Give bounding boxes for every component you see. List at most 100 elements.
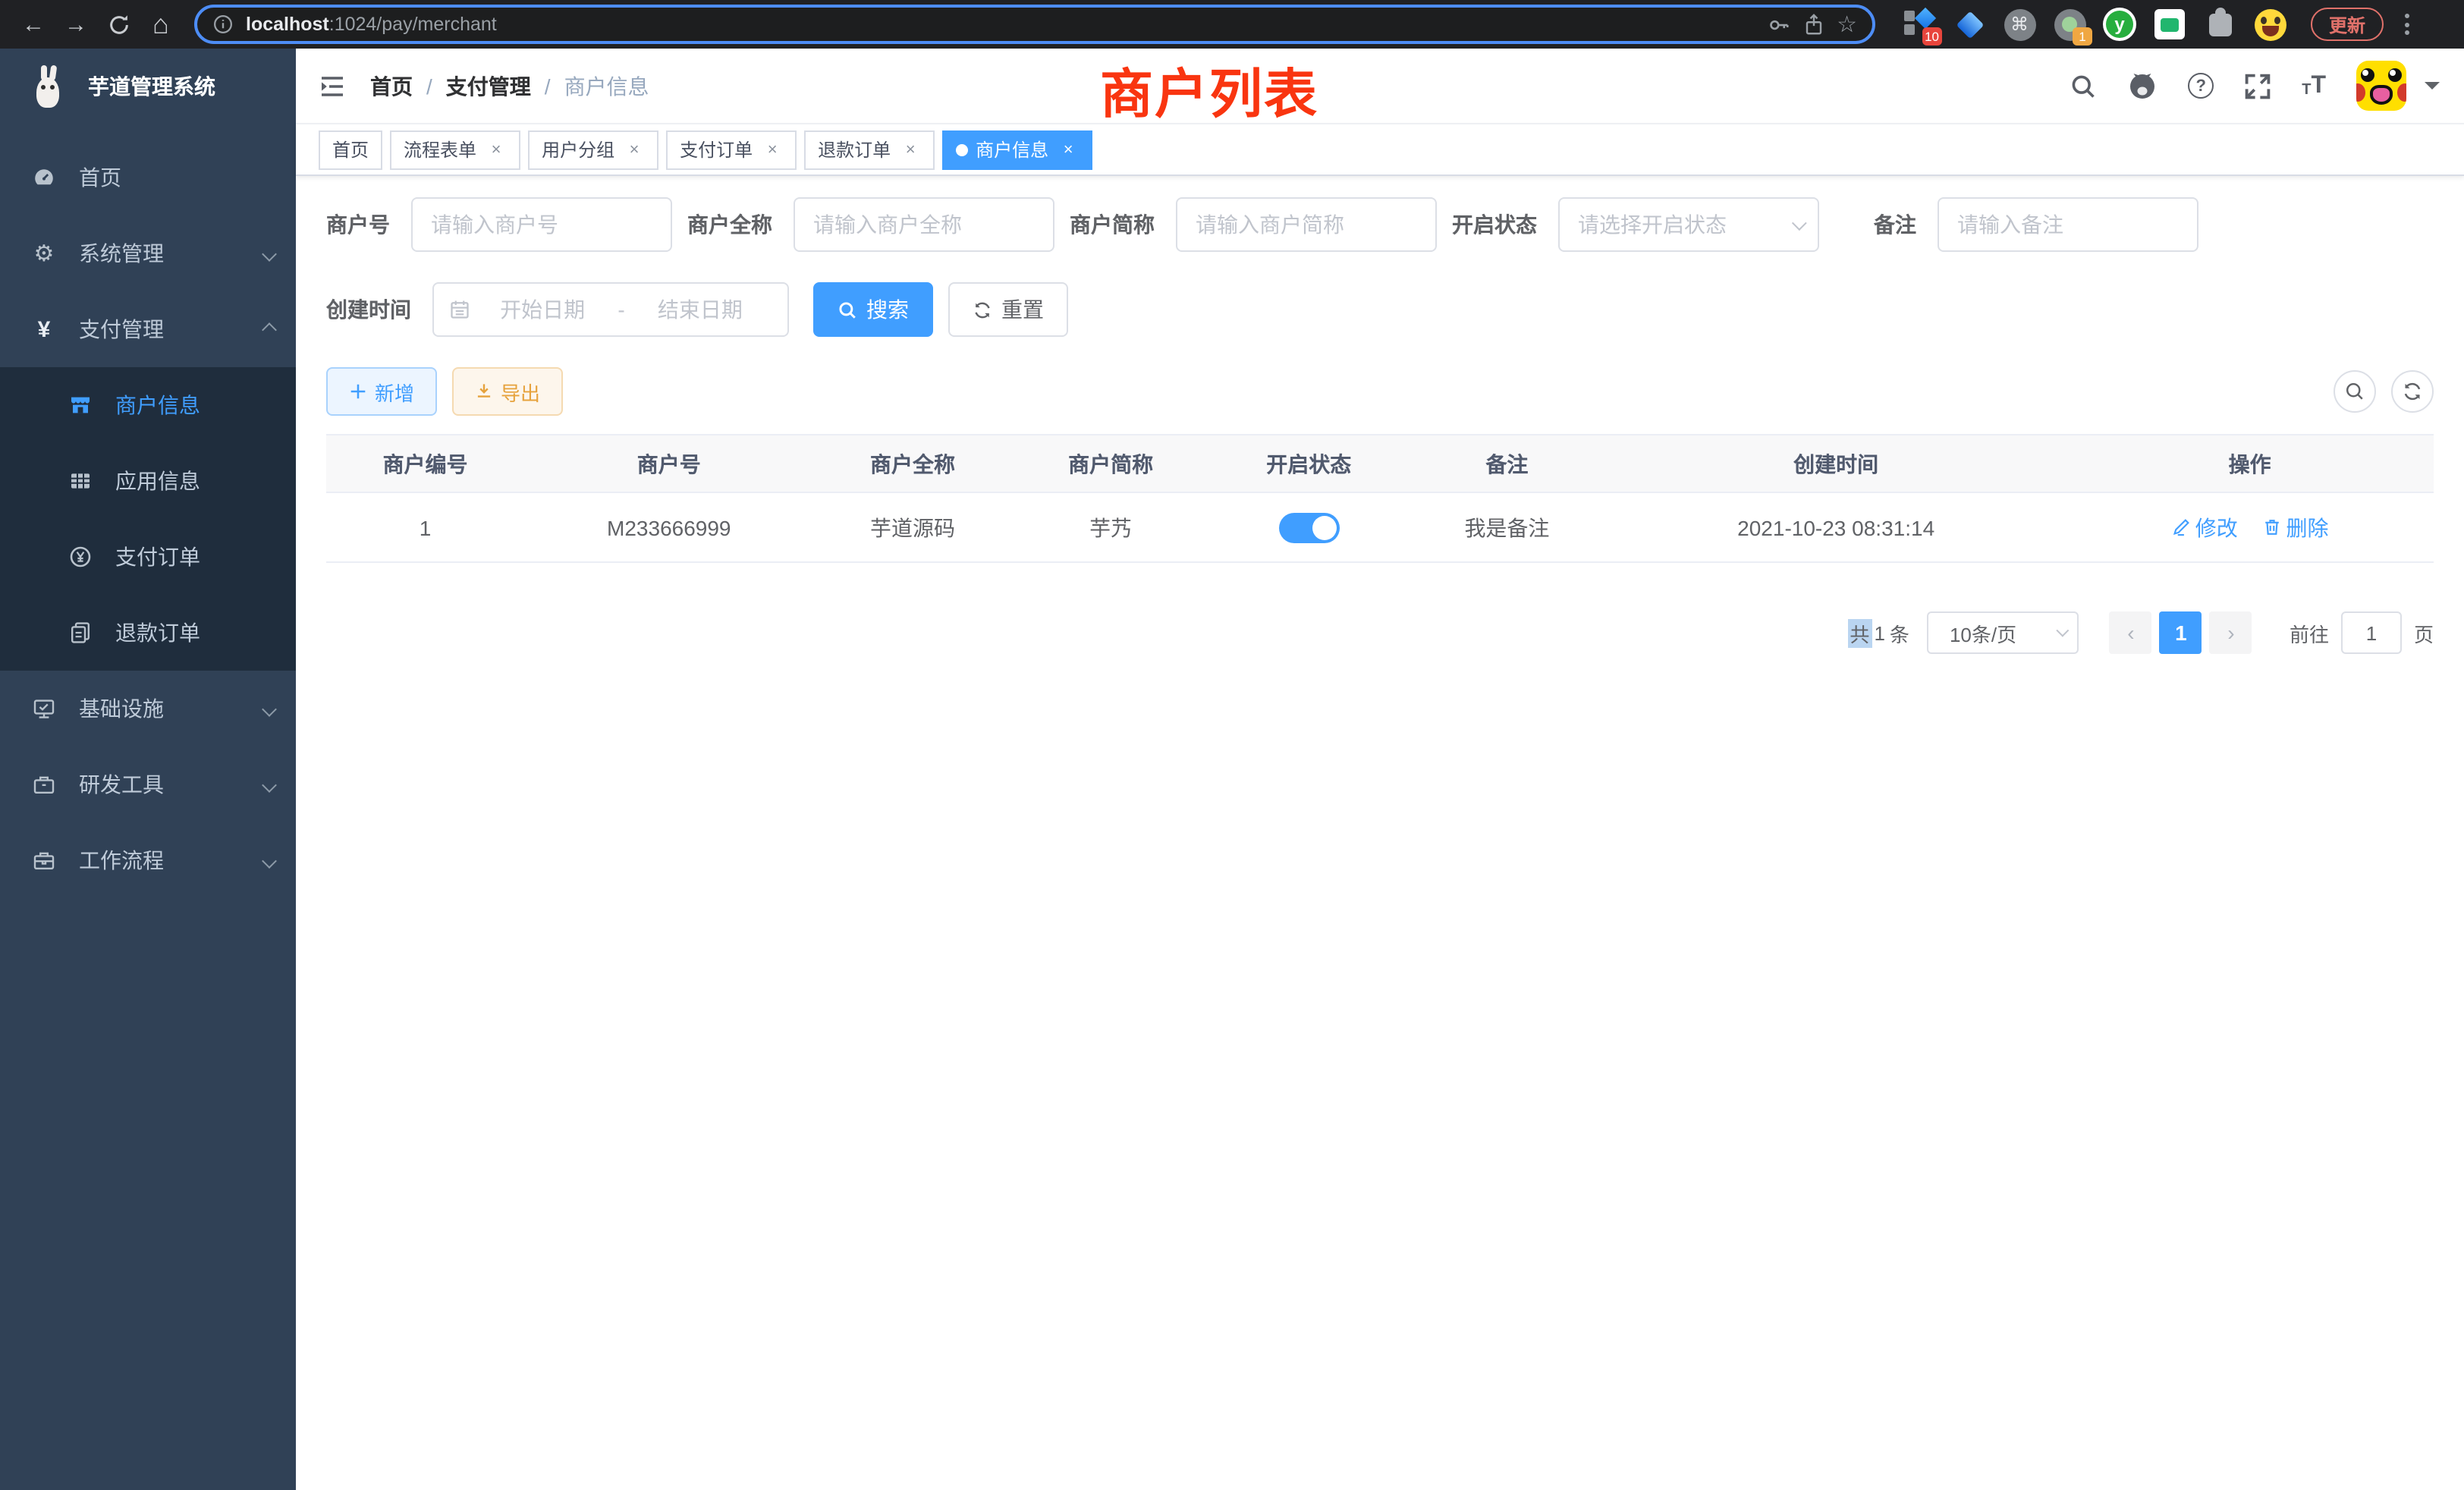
browser-reload-icon[interactable] <box>100 6 137 42</box>
password-key-icon[interactable] <box>1767 13 1790 36</box>
tab-process-form[interactable]: 流程表单 × <box>390 130 520 169</box>
font-size-icon[interactable]: TT <box>2302 74 2326 98</box>
close-icon[interactable]: × <box>486 139 507 160</box>
tab-home[interactable]: 首页 <box>319 130 382 169</box>
col-create-time: 创建时间 <box>1606 435 2066 492</box>
date-range-picker[interactable]: 开始日期 - 结束日期 <box>432 282 789 337</box>
search-button[interactable]: 搜索 <box>813 282 933 337</box>
logo[interactable]: 芋道管理系统 <box>0 49 296 124</box>
close-icon[interactable]: × <box>1058 139 1079 160</box>
screen: ← → ⌂ localhost :1024/pay/merchant ☆ <box>0 0 2464 1490</box>
col-merchant-id: 商户编号 <box>326 435 524 492</box>
cell-remark: 我是备注 <box>1408 492 1606 562</box>
page-1-button[interactable]: 1 <box>2160 611 2202 654</box>
gear-icon: ⚙ <box>30 240 58 267</box>
active-tab-dot <box>956 143 968 156</box>
merchant-table: 商户编号 商户号 商户全称 商户简称 开启状态 备注 创建时间 操作 1 <box>326 434 2434 563</box>
plus-icon <box>349 382 367 401</box>
col-remark: 备注 <box>1408 435 1606 492</box>
extension-yuque-icon[interactable]: y <box>2103 8 2136 41</box>
breadcrumb-home[interactable]: 首页 <box>370 71 413 101</box>
toolbox-icon <box>30 772 58 797</box>
sidebar-fold-icon[interactable] <box>319 74 346 98</box>
extension-recorder-icon[interactable]: 1 <box>2053 8 2086 41</box>
share-icon[interactable] <box>1802 13 1824 36</box>
sidebar-item-merchant-info[interactable]: 商户信息 <box>0 367 296 443</box>
sidebar-item-label: 工作流程 <box>79 845 164 875</box>
sidebar-item-label: 应用信息 <box>115 466 200 496</box>
avatar-caret-icon[interactable] <box>2425 82 2440 97</box>
close-icon[interactable]: × <box>624 139 645 160</box>
extensions-puzzle-icon[interactable] <box>2203 8 2236 41</box>
extension-command-icon[interactable]: ⌘ <box>2003 8 2036 41</box>
refresh-table-icon[interactable] <box>2391 370 2434 413</box>
url-host: localhost <box>246 14 329 35</box>
filter-remark: 备注 <box>1874 197 2198 252</box>
delete-link[interactable]: 删除 <box>2262 512 2329 542</box>
tab-refund-order[interactable]: 退款订单 × <box>804 130 935 169</box>
status-toggle[interactable] <box>1278 512 1339 542</box>
app-title: 芋道管理系统 <box>88 71 215 102</box>
total-suffix: 条 <box>1887 618 1912 647</box>
sidebar-item-payment[interactable]: ¥ 支付管理 <box>0 291 296 367</box>
col-full-name: 商户全称 <box>813 435 1011 492</box>
table-tools <box>2334 370 2434 413</box>
total-prefix: 共 <box>1847 618 1872 647</box>
profile-emoji-avatar[interactable] <box>2253 8 2286 41</box>
sidebar-item-home[interactable]: 首页 <box>0 140 296 215</box>
extension-gem-icon[interactable] <box>1953 8 1986 41</box>
cell-short-name: 芋艿 <box>1012 492 1210 562</box>
filter-label: 备注 <box>1874 209 1916 240</box>
sidebar-item-pay-order[interactable]: 支付订单 <box>0 519 296 595</box>
breadcrumb-payment[interactable]: 支付管理 <box>446 71 531 101</box>
search-icon[interactable] <box>2070 72 2097 99</box>
site-info-icon[interactable] <box>212 14 234 35</box>
show-search-icon[interactable] <box>2334 370 2376 413</box>
browser-home-icon[interactable]: ⌂ <box>143 6 179 42</box>
page-size-select[interactable]: 10条/页 <box>1927 611 2079 654</box>
tab-pay-order[interactable]: 支付订单 × <box>666 130 797 169</box>
fullscreen-icon[interactable] <box>2244 72 2271 99</box>
merchant-no-input[interactable] <box>411 197 672 252</box>
tab-label: 商户信息 <box>976 137 1048 162</box>
export-button[interactable]: 导出 <box>452 367 563 416</box>
full-name-input[interactable] <box>794 197 1054 252</box>
close-icon[interactable]: × <box>762 139 783 160</box>
address-bar[interactable]: localhost :1024/pay/merchant ☆ <box>194 5 1875 44</box>
url-path: :1024/pay/merchant <box>329 14 497 35</box>
extension-chat-icon[interactable] <box>2153 8 2186 41</box>
prev-page-button[interactable]: ‹ <box>2110 611 2152 654</box>
remark-input[interactable] <box>1938 197 2198 252</box>
sidebar-item-app-info[interactable]: 应用信息 <box>0 443 296 519</box>
edit-link[interactable]: 修改 <box>2171 512 2238 542</box>
sidebar-item-dev-tools[interactable]: 研发工具 <box>0 747 296 822</box>
sidebar-item-label: 首页 <box>79 162 121 193</box>
tab-merchant-info[interactable]: 商户信息 × <box>942 130 1092 169</box>
status-select[interactable]: 请选择开启状态 <box>1558 197 1819 252</box>
sidebar-item-refund-order[interactable]: 退款订单 <box>0 595 296 671</box>
search-icon <box>838 300 857 319</box>
filter-label: 创建时间 <box>326 294 411 325</box>
reset-button[interactable]: 重置 <box>948 282 1068 337</box>
extension-grid-icon[interactable]: 10 <box>1903 8 1936 41</box>
browser-back-icon[interactable]: ← <box>15 6 52 42</box>
tab-user-group[interactable]: 用户分组 × <box>528 130 658 169</box>
short-name-input[interactable] <box>1176 197 1437 252</box>
sidebar-item-workflow[interactable]: 工作流程 <box>0 822 296 898</box>
close-icon[interactable]: × <box>900 139 921 160</box>
add-button[interactable]: 新增 <box>326 367 437 416</box>
yen-icon: ¥ <box>30 316 58 342</box>
browser-forward-icon[interactable]: → <box>58 6 94 42</box>
bookmark-star-icon[interactable]: ☆ <box>1837 11 1857 38</box>
github-icon[interactable] <box>2127 71 2158 101</box>
help-icon[interactable]: ? <box>2188 73 2214 99</box>
sidebar-item-label: 基础设施 <box>79 693 164 724</box>
next-page-button[interactable]: › <box>2210 611 2252 654</box>
user-avatar[interactable] <box>2356 61 2406 111</box>
sidebar-item-infrastructure[interactable]: 基础设施 <box>0 671 296 747</box>
sidebar-item-system[interactable]: ⚙ 系统管理 <box>0 215 296 291</box>
refresh-icon <box>973 300 992 319</box>
browser-update-button[interactable]: 更新 <box>2311 8 2384 41</box>
goto-page-input[interactable] <box>2341 611 2402 654</box>
browser-menu-icon[interactable] <box>2396 9 2417 39</box>
